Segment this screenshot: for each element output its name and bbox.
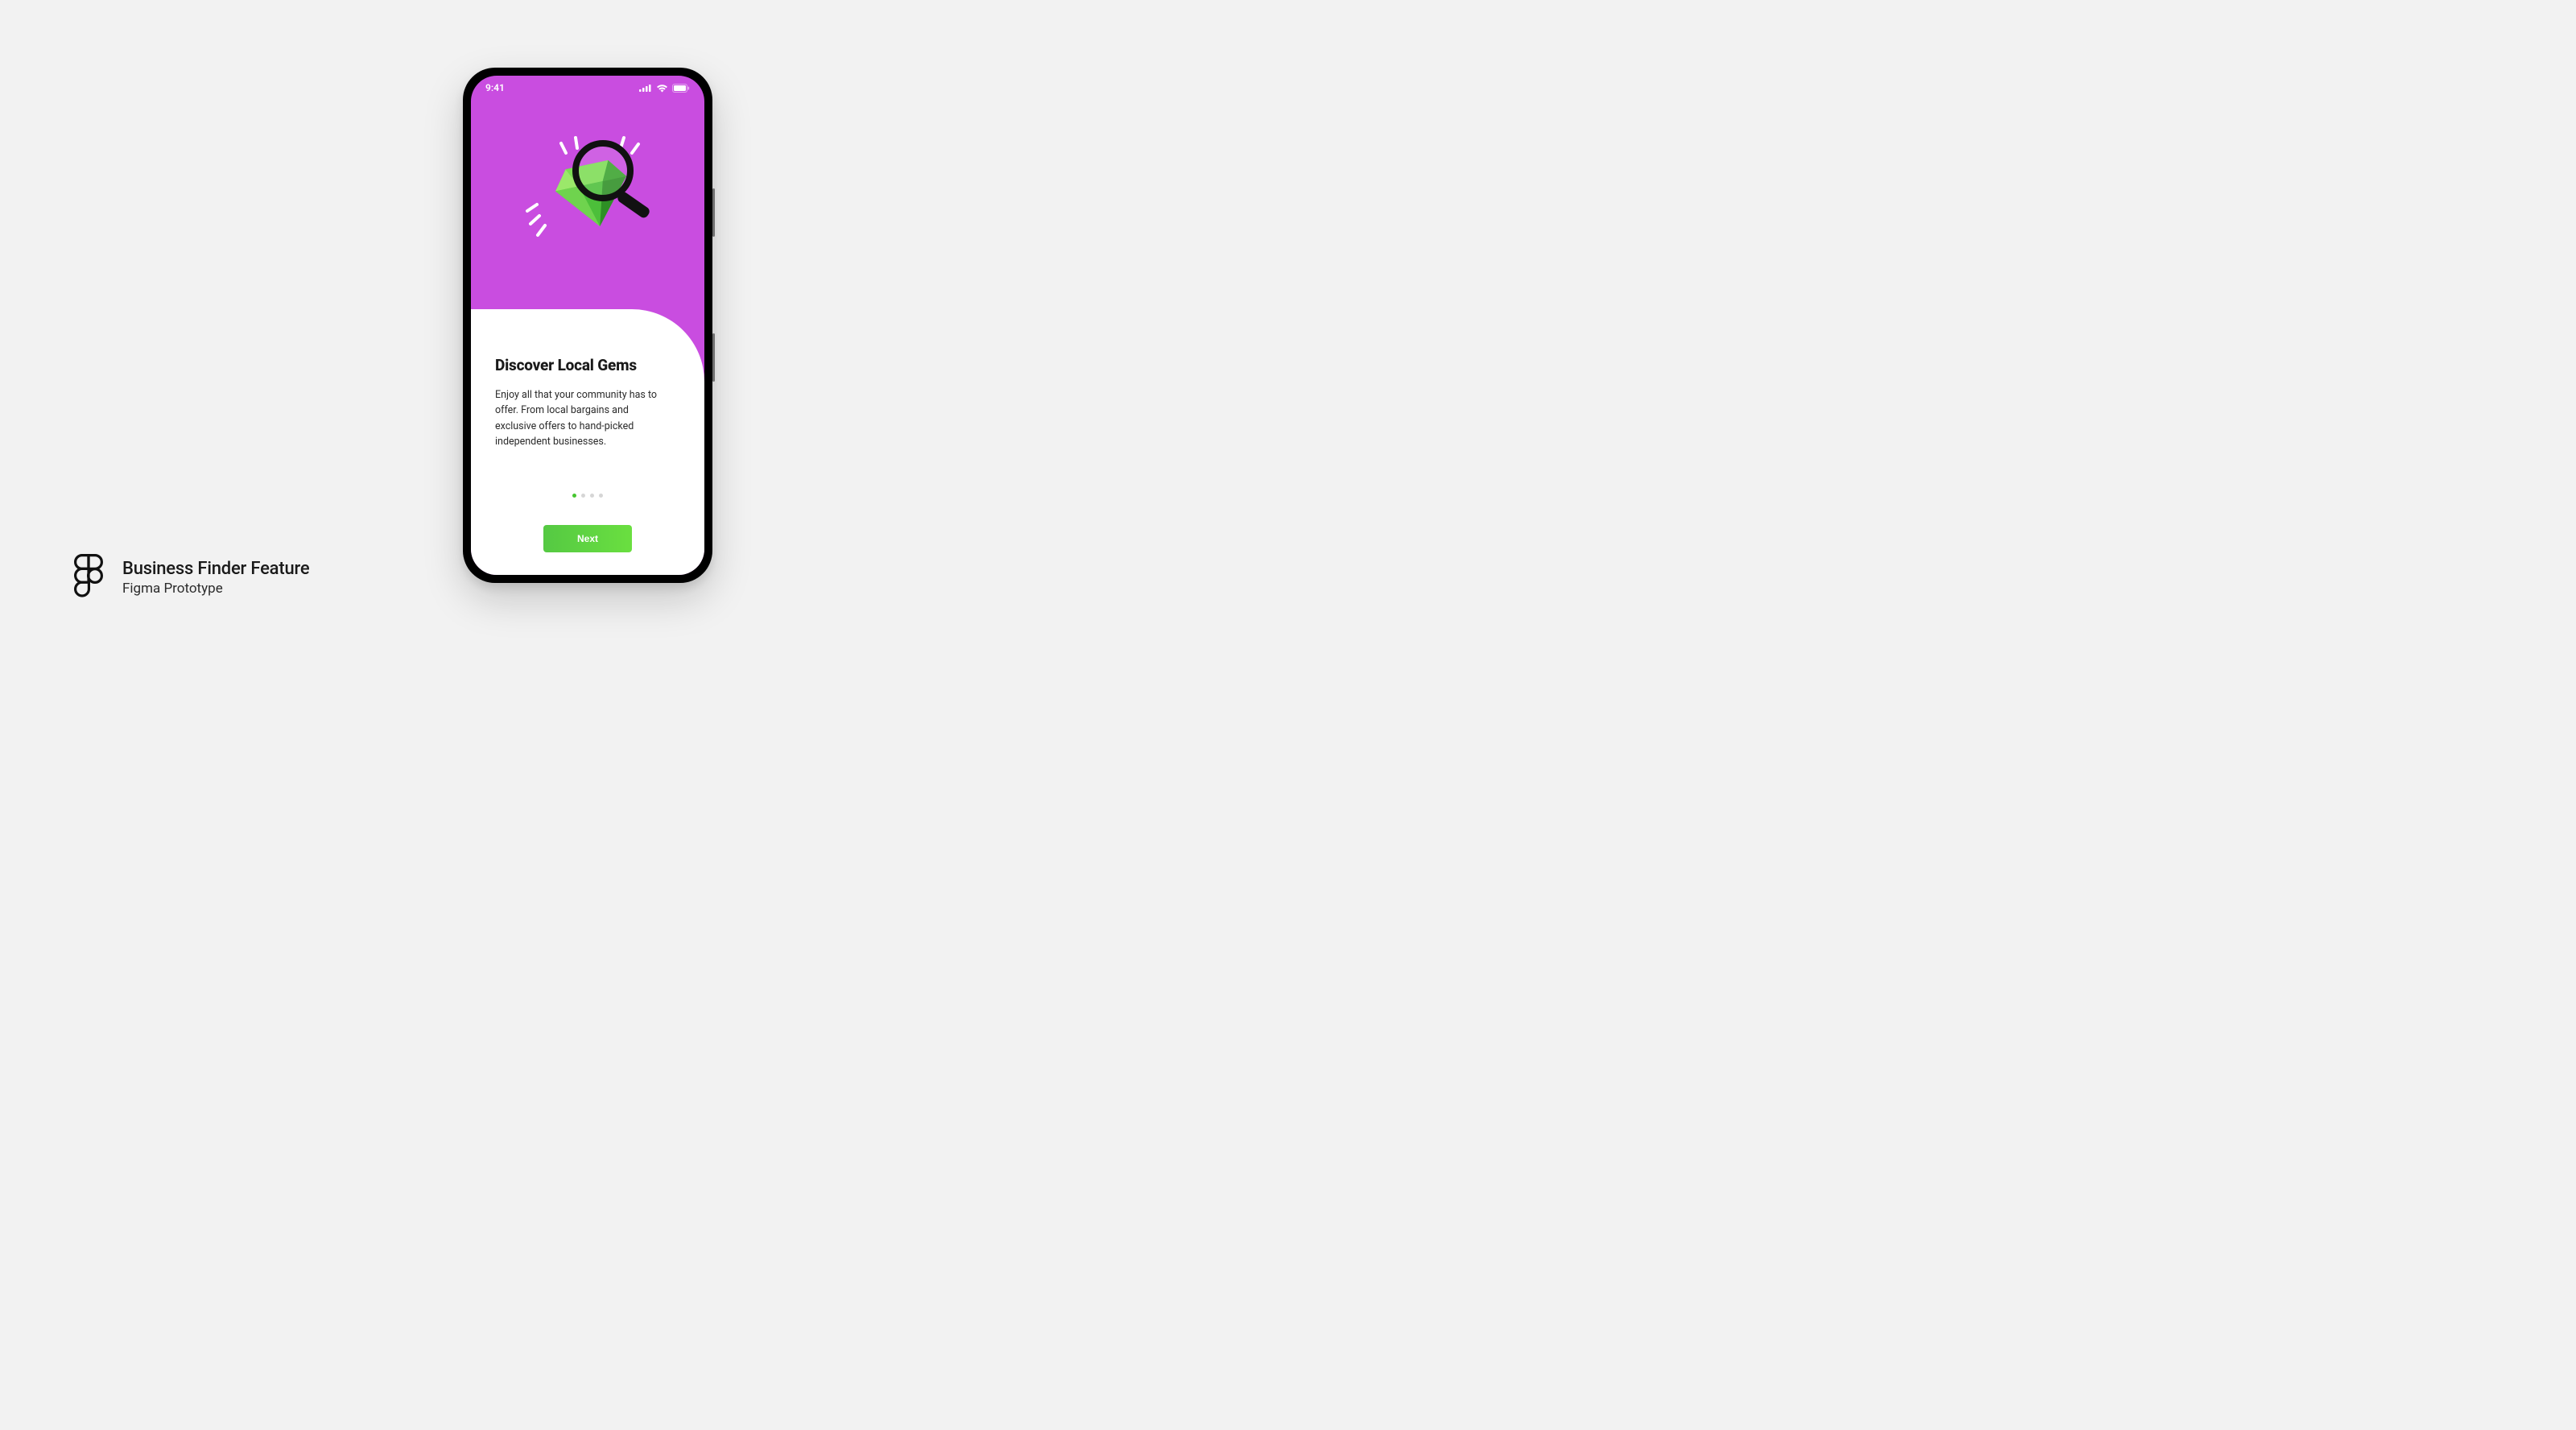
page-dot[interactable] <box>599 494 603 498</box>
page-dot[interactable] <box>572 494 576 498</box>
cellular-icon <box>639 84 652 92</box>
onboarding-heading: Discover Local Gems <box>495 356 680 374</box>
page-indicator <box>471 494 704 498</box>
project-caption: Business Finder Feature Figma Prototype <box>72 552 309 602</box>
phone-screen: 9:41 <box>471 76 704 575</box>
onboarding-sheet: Discover Local Gems Enjoy all that your … <box>471 309 704 575</box>
status-bar: 9:41 <box>471 76 704 100</box>
caption-subtitle: Figma Prototype <box>122 581 309 597</box>
status-time: 9:41 <box>485 82 505 93</box>
page-dot[interactable] <box>581 494 585 498</box>
hero-illustration <box>471 76 704 317</box>
page-dot[interactable] <box>590 494 594 498</box>
figma-icon <box>72 552 105 602</box>
status-indicators <box>639 84 690 93</box>
wifi-icon <box>656 84 668 93</box>
next-button[interactable]: Next <box>543 525 632 552</box>
phone-frame: 9:41 <box>463 68 712 583</box>
caption-title: Business Finder Feature <box>122 559 309 579</box>
battery-icon <box>672 84 690 93</box>
onboarding-body: Enjoy all that your community has to off… <box>495 387 672 450</box>
